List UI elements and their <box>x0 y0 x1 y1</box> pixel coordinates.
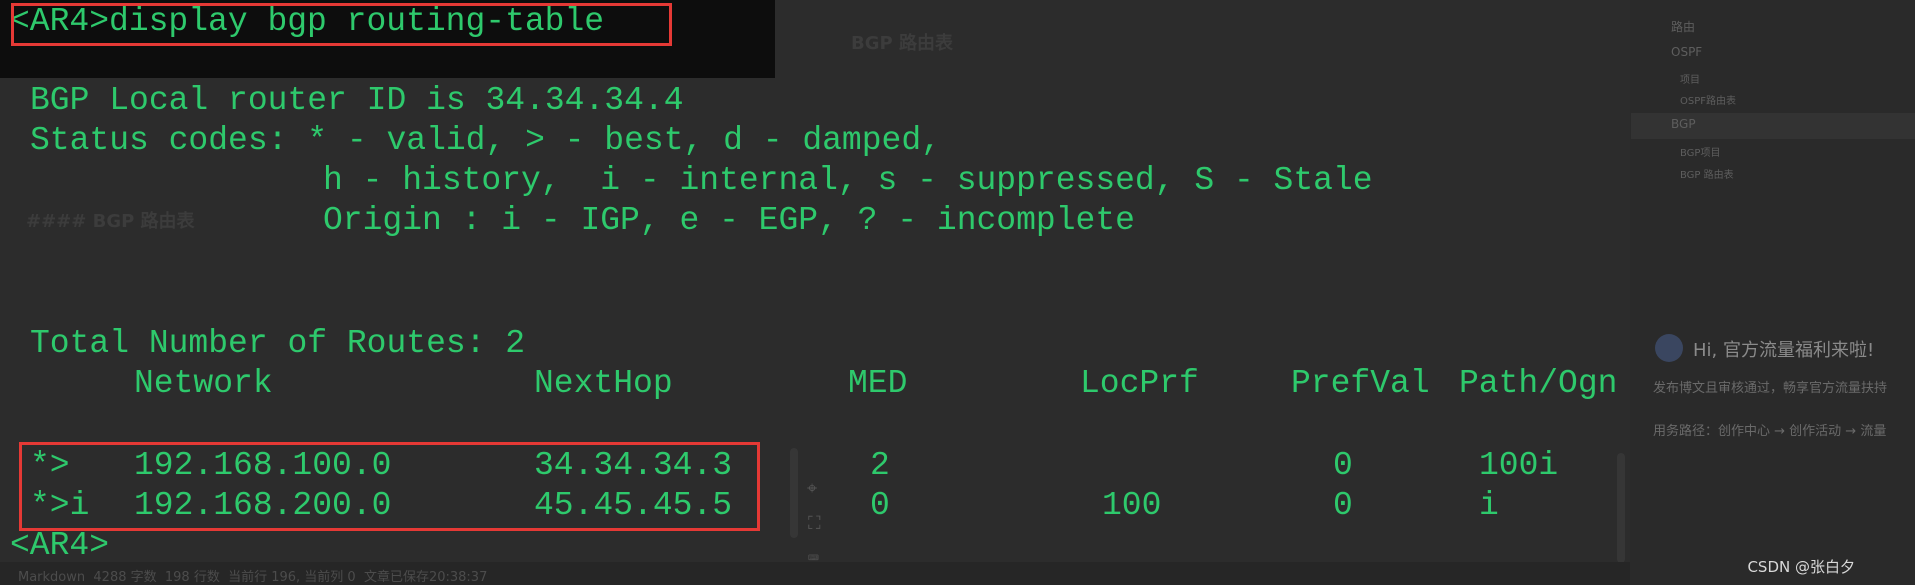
toc-item-bgp-project[interactable]: BGP项目 <box>1680 144 1720 159</box>
terminal-window: BGP 路由表 #### BGP 路由表 <AR4>display bgp ro… <box>0 0 1630 585</box>
column-header-locprf: LocPrf <box>1080 365 1199 402</box>
background-doc-heading: BGP 路由表 <box>851 33 953 54</box>
preview-scrollbar[interactable] <box>1617 453 1625 563</box>
toc-item-routing[interactable]: 路由 <box>1671 18 1695 35</box>
route-row-2-locprf: 100 <box>1102 487 1162 524</box>
route-row-2-path: i <box>1479 487 1499 524</box>
promo-text-1: 发布博文且审核通过，畅享官方流量扶持 <box>1653 381 1888 396</box>
editor-scrollbar[interactable] <box>790 448 798 538</box>
promo-title[interactable]: Hi, 官方流量福利来啦! <box>1693 336 1874 362</box>
route-row-1-prefval: 0 <box>1333 447 1353 484</box>
route-row-2-prefval: 0 <box>1333 487 1353 524</box>
background-doc-heading-left: #### BGP 路由表 <box>26 211 195 232</box>
toc-item-bgp-routing-table[interactable]: BGP 路由表 <box>1680 166 1734 181</box>
status-bar-text: Markdown 4288 字数 198 行数 当前行 196, 当前列 0 文… <box>18 570 488 585</box>
right-sidebar <box>1630 0 1915 585</box>
terminal-prompt: <AR4> <box>10 527 110 564</box>
router-id-line: BGP Local router ID is 34.34.34.4 <box>30 82 684 119</box>
column-header-network: Network <box>134 365 273 402</box>
toc-item-project[interactable]: 项目 <box>1680 71 1700 86</box>
route-row-2-med: 0 <box>870 487 890 524</box>
routes-highlight-box <box>19 442 760 531</box>
route-row-1-med: 2 <box>870 447 890 484</box>
fullscreen-icon[interactable]: ⛶ <box>808 505 821 545</box>
column-header-med: MED <box>848 365 908 402</box>
status-codes-line: Status codes: * - valid, > - best, d - d… <box>30 122 941 159</box>
total-routes-line: Total Number of Routes: 2 <box>30 325 526 362</box>
toc-item-ospf[interactable]: OSPF <box>1671 45 1702 59</box>
column-header-prefval: PrefVal <box>1291 365 1430 402</box>
route-row-1-path: 100i <box>1479 447 1559 484</box>
column-header-path: Path/Ogn <box>1459 365 1618 402</box>
column-header-nexthop: NextHop <box>534 365 673 402</box>
promo-text-2: 用务路径：创作中心 → 创作活动 → 流量 <box>1653 424 1887 439</box>
promo-avatar-icon <box>1655 334 1683 362</box>
toc-item-ospf-routing-table[interactable]: OSPF路由表 <box>1680 92 1736 107</box>
toc-item-bgp[interactable]: BGP <box>1631 113 1915 139</box>
origin-codes-line: Origin : i - IGP, e - EGP, ? - incomplet… <box>323 202 1135 239</box>
crosshair-icon[interactable]: ⌖ <box>807 470 817 510</box>
status-codes-line-2: h - history, i - internal, s - suppresse… <box>323 162 1373 199</box>
command-highlight-box <box>11 3 672 46</box>
csdn-watermark: CSDN @张白夕 <box>1747 558 1855 576</box>
